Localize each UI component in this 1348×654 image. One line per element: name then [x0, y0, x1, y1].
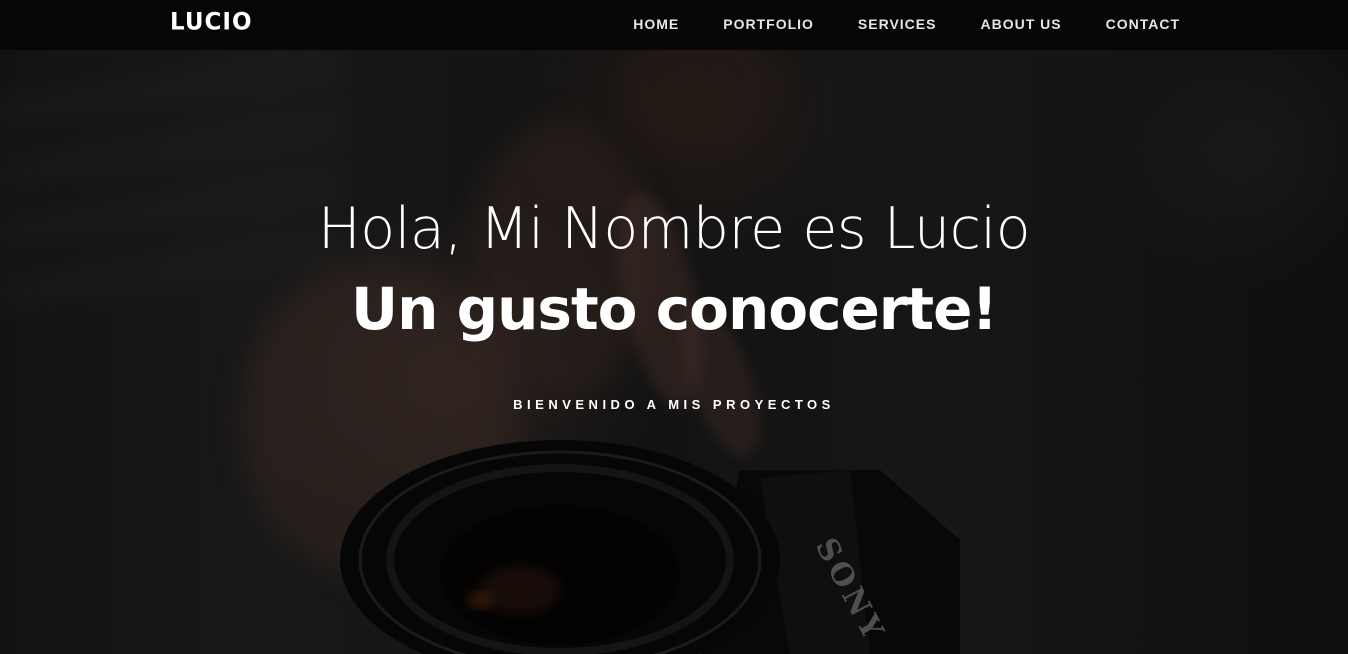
nav-item-about-us: ABOUT US	[980, 16, 1061, 34]
nav-item-home: HOME	[633, 16, 679, 34]
navbar: LUCIO HOME PORTFOLIO SERVICES ABOUT US C…	[0, 0, 1348, 50]
nav-item-contact: CONTACT	[1106, 16, 1180, 34]
nav-item-portfolio: PORTFOLIO	[723, 16, 814, 34]
nav-link-services[interactable]: SERVICES	[858, 16, 937, 32]
nav-link-home[interactable]: HOME	[633, 16, 679, 32]
hero-tagline: BIENVENIDO A MIS PROYECTOS	[513, 397, 835, 412]
hero-section: Hola, Mi Nombre es Lucio Un gusto conoce…	[0, 0, 1348, 654]
nav-link-portfolio[interactable]: PORTFOLIO	[723, 16, 814, 32]
main-nav: HOME PORTFOLIO SERVICES ABOUT US CONTACT	[633, 0, 1180, 50]
hero-heading-bold: Un gusto conocerte!	[351, 275, 998, 343]
brand-logo[interactable]: LUCIO	[170, 8, 253, 35]
nav-link-contact[interactable]: CONTACT	[1106, 16, 1180, 32]
nav-item-services: SERVICES	[858, 16, 937, 34]
nav-link-about-us[interactable]: ABOUT US	[980, 16, 1061, 32]
page: SONY LUCIO HOME PORTFOLIO SERVICES ABOUT…	[0, 0, 1348, 654]
hero-heading-light: Hola, Mi Nombre es Lucio	[317, 196, 1031, 262]
